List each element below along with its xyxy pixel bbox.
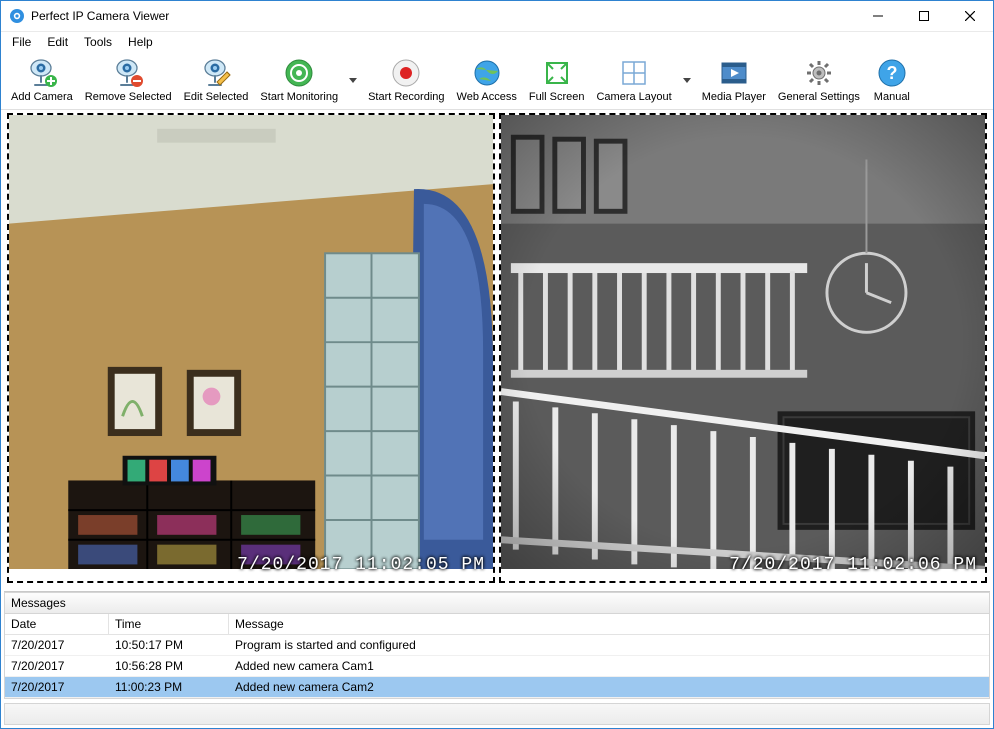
messages-grid[interactable]: Date Time Message 7/20/201710:50:17 PMPr… xyxy=(4,614,990,699)
app-window: Perfect IP Camera Viewer File Edit Tools… xyxy=(0,0,994,729)
table-row[interactable]: 7/20/201710:56:28 PMAdded new camera Cam… xyxy=(5,656,989,677)
col-header-time[interactable]: Time xyxy=(109,614,229,634)
cell-date: 7/20/2017 xyxy=(5,656,109,676)
menu-edit[interactable]: Edit xyxy=(40,33,75,51)
tool-label: Media Player xyxy=(702,91,766,103)
status-bar xyxy=(4,703,990,725)
media-player-icon xyxy=(718,57,750,89)
app-icon xyxy=(9,8,25,24)
add-camera-button[interactable]: Add Camera xyxy=(5,55,79,105)
camera-grid: 7/20/2017 11:02:05 PM xyxy=(4,110,990,586)
camera-1-image xyxy=(9,115,493,569)
camera-layout-button[interactable]: Camera Layout xyxy=(590,55,677,105)
menu-tools[interactable]: Tools xyxy=(77,33,119,51)
menu-file[interactable]: File xyxy=(5,33,38,51)
camera-feed-1[interactable]: 7/20/2017 11:02:05 PM xyxy=(7,113,495,583)
cell-time: 10:50:17 PM xyxy=(109,635,229,655)
cell-time: 10:56:28 PM xyxy=(109,656,229,676)
camera-1-timestamp: 7/20/2017 11:02:05 PM xyxy=(237,555,485,575)
help-icon: ? xyxy=(876,57,908,89)
toolbar: Add Camera Remove Selected Edit Selected… xyxy=(1,52,993,110)
minimize-button[interactable] xyxy=(855,1,901,31)
tool-label: Remove Selected xyxy=(85,91,172,103)
titlebar: Perfect IP Camera Viewer xyxy=(1,1,993,32)
maximize-button[interactable] xyxy=(901,1,947,31)
table-row[interactable]: 7/20/201711:00:23 PMAdded new camera Cam… xyxy=(5,677,989,698)
gear-icon xyxy=(803,57,835,89)
media-player-button[interactable]: Media Player xyxy=(696,55,772,105)
tool-label: Start Monitoring xyxy=(260,91,338,103)
cell-message: Program is started and configured xyxy=(229,635,989,655)
menubar: File Edit Tools Help xyxy=(1,32,993,52)
messages-panel: Messages Date Time Message 7/20/201710:5… xyxy=(4,591,990,699)
cell-message: Added new camera Cam2 xyxy=(229,677,989,697)
start-monitoring-dropdown[interactable] xyxy=(344,60,362,100)
camera-2-timestamp: 7/20/2017 11:02:06 PM xyxy=(729,555,977,575)
messages-title: Messages xyxy=(4,592,990,614)
start-monitoring-button[interactable]: Start Monitoring xyxy=(254,55,344,105)
tool-label: Camera Layout xyxy=(596,91,671,103)
tool-label: General Settings xyxy=(778,91,860,103)
remove-selected-button[interactable]: Remove Selected xyxy=(79,55,178,105)
globe-icon xyxy=(471,57,503,89)
cell-time: 11:00:23 PM xyxy=(109,677,229,697)
svg-text:?: ? xyxy=(886,63,897,83)
fullscreen-icon xyxy=(541,57,573,89)
tool-label: Manual xyxy=(874,91,910,103)
edit-selected-button[interactable]: Edit Selected xyxy=(178,55,255,105)
tool-label: Add Camera xyxy=(11,91,73,103)
record-icon xyxy=(390,57,422,89)
camera-feed-2[interactable]: 7/20/2017 11:02:06 PM xyxy=(499,113,987,583)
tool-label: Start Recording xyxy=(368,91,444,103)
window-title: Perfect IP Camera Viewer xyxy=(31,9,169,23)
tool-label: Edit Selected xyxy=(184,91,249,103)
monitoring-icon xyxy=(283,57,315,89)
web-access-button[interactable]: Web Access xyxy=(451,55,523,105)
tool-label: Web Access xyxy=(457,91,517,103)
camera-2-image xyxy=(501,115,985,569)
cell-date: 7/20/2017 xyxy=(5,677,109,697)
col-header-date[interactable]: Date xyxy=(5,614,109,634)
webcam-edit-icon xyxy=(200,57,232,89)
cell-message: Added new camera Cam1 xyxy=(229,656,989,676)
table-row[interactable]: 7/20/201710:50:17 PMProgram is started a… xyxy=(5,635,989,656)
webcam-add-icon xyxy=(26,57,58,89)
manual-button[interactable]: ? Manual xyxy=(866,55,918,105)
camera-layout-dropdown[interactable] xyxy=(678,60,696,100)
general-settings-button[interactable]: General Settings xyxy=(772,55,866,105)
menu-help[interactable]: Help xyxy=(121,33,160,51)
full-screen-button[interactable]: Full Screen xyxy=(523,55,591,105)
layout-grid-icon xyxy=(618,57,650,89)
tool-label: Full Screen xyxy=(529,91,585,103)
close-button[interactable] xyxy=(947,1,993,31)
start-recording-button[interactable]: Start Recording xyxy=(362,55,450,105)
grid-header: Date Time Message xyxy=(5,614,989,635)
cell-date: 7/20/2017 xyxy=(5,635,109,655)
content-area: 7/20/2017 11:02:05 PM xyxy=(1,110,993,728)
col-header-message[interactable]: Message xyxy=(229,614,989,634)
webcam-remove-icon xyxy=(112,57,144,89)
